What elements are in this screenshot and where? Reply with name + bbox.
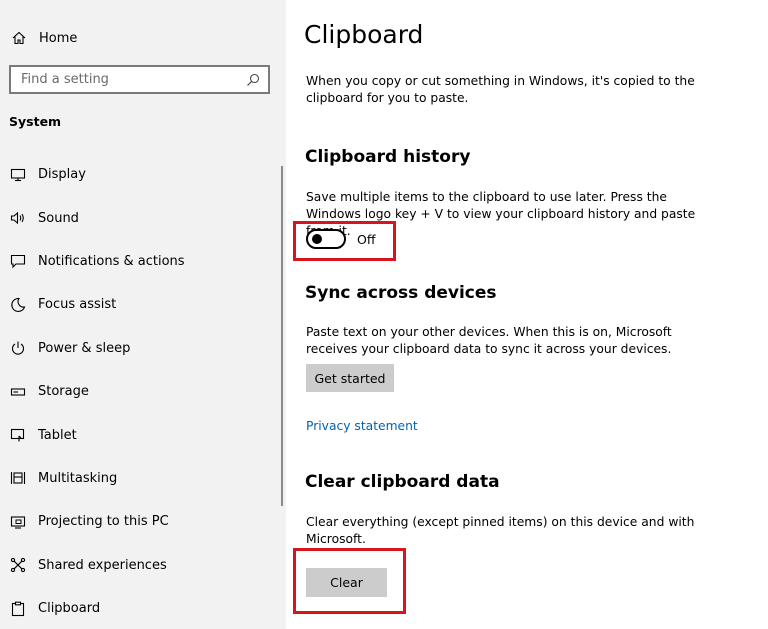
sidebar-item-shared-experiences[interactable]: Shared experiences — [0, 544, 280, 587]
sidebar-item-clipboard[interactable]: Clipboard — [0, 587, 280, 629]
power-icon — [9, 339, 27, 357]
sidebar-item-label: Focus assist — [38, 297, 117, 313]
home-link[interactable]: Home — [10, 28, 77, 48]
sidebar-item-label: Power & sleep — [38, 340, 131, 356]
home-label: Home — [39, 30, 78, 46]
display-icon — [9, 166, 27, 184]
storage-icon — [9, 383, 27, 401]
notification-icon — [9, 252, 27, 270]
speaker-icon — [9, 209, 27, 227]
sidebar-item-label: Storage — [38, 384, 89, 400]
sidebar-item-multitasking[interactable]: Multitasking — [0, 457, 280, 500]
sidebar-item-label: Projecting to this PC — [38, 514, 169, 530]
projecting-icon — [9, 513, 27, 531]
sidebar-item-label: Tablet — [38, 427, 77, 443]
home-icon — [10, 29, 28, 47]
main-content: Clipboard When you copy or cut something… — [286, 0, 768, 629]
sync-heading: Sync across devices — [305, 283, 497, 303]
clear-clipboard-description: Clear everything (except pinned items) o… — [306, 515, 695, 546]
sidebar-item-focus-assist[interactable]: Focus assist — [0, 283, 280, 326]
sidebar-item-label: Shared experiences — [38, 557, 167, 573]
sidebar-item-sound[interactable]: Sound — [0, 196, 280, 239]
sidebar-item-display[interactable]: Display — [0, 153, 280, 196]
privacy-statement-link[interactable]: Privacy statement — [306, 419, 418, 433]
sidebar-scrollbar[interactable] — [281, 166, 283, 506]
clear-clipboard-heading: Clear clipboard data — [305, 472, 500, 492]
highlight-box-toggle — [293, 221, 396, 261]
search-icon[interactable] — [245, 72, 261, 88]
sidebar: Home System Display Sound Notifications … — [0, 0, 286, 629]
search-input[interactable] — [21, 72, 241, 87]
sidebar-nav: Display Sound Notifications & actions Fo… — [0, 153, 280, 629]
sidebar-item-notifications[interactable]: Notifications & actions — [0, 240, 280, 283]
clipboard-history-heading: Clipboard history — [305, 147, 471, 167]
clipboard-icon — [9, 600, 27, 618]
search-box[interactable] — [9, 65, 270, 94]
sidebar-item-label: Notifications & actions — [38, 253, 185, 269]
page-title: Clipboard — [304, 20, 424, 49]
highlight-box-clear — [293, 548, 406, 614]
sidebar-item-label: Multitasking — [38, 470, 118, 486]
shared-icon — [9, 556, 27, 574]
tablet-icon — [9, 426, 27, 444]
sidebar-item-projecting[interactable]: Projecting to this PC — [0, 500, 280, 543]
sidebar-item-power-sleep[interactable]: Power & sleep — [0, 327, 280, 370]
sidebar-item-label: Sound — [38, 210, 79, 226]
sidebar-item-label: Display — [38, 167, 86, 183]
multitasking-icon — [9, 469, 27, 487]
sync-description: Paste text on your other devices. When t… — [306, 325, 672, 356]
moon-icon — [9, 296, 27, 314]
sidebar-item-tablet[interactable]: Tablet — [0, 413, 280, 456]
section-label-system: System — [9, 114, 62, 129]
get-started-button[interactable]: Get started — [306, 364, 394, 392]
intro-text: When you copy or cut something in Window… — [306, 74, 695, 105]
sidebar-item-storage[interactable]: Storage — [0, 370, 280, 413]
sidebar-item-label: Clipboard — [38, 601, 101, 617]
